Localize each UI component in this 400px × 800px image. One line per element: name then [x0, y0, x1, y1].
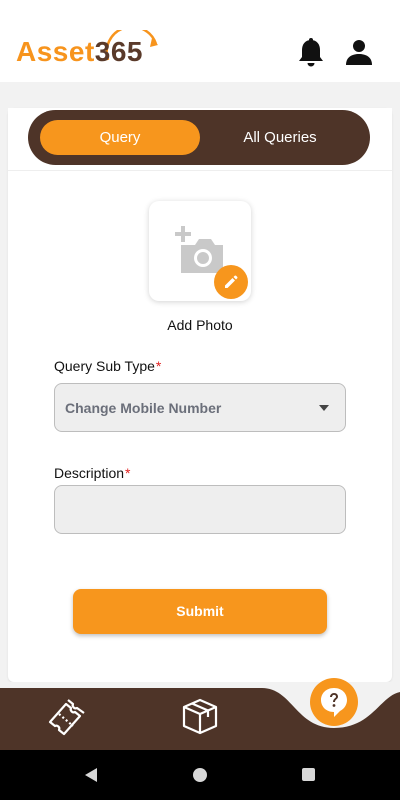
submit-button[interactable]: Submit: [73, 589, 327, 634]
edit-photo-badge[interactable]: [214, 265, 248, 299]
back-icon[interactable]: [84, 767, 98, 783]
query-sub-type-label-text: Query Sub Type: [54, 358, 155, 374]
tab-all-queries[interactable]: All Queries: [205, 120, 355, 155]
box-icon[interactable]: [180, 697, 220, 735]
logo-number-text: 365: [94, 36, 143, 67]
required-marker: *: [125, 465, 131, 481]
query-sub-type-select[interactable]: Change Mobile Number: [54, 383, 346, 432]
help-button[interactable]: [310, 678, 358, 726]
pencil-icon: [225, 275, 238, 288]
tickets-icon[interactable]: [46, 696, 88, 736]
required-marker: *: [155, 358, 162, 374]
description-label-text: Description: [54, 465, 125, 481]
home-icon[interactable]: [193, 768, 207, 782]
logo-asset-text: Asset: [16, 36, 95, 67]
add-photo-label: Add Photo: [167, 317, 233, 333]
divider: [8, 170, 392, 171]
logo-text: Asset365: [16, 36, 143, 68]
query-sub-type-value: Change Mobile Number: [65, 400, 222, 416]
app-logo: Asset365: [16, 30, 176, 80]
recent-apps-icon[interactable]: [302, 768, 315, 781]
user-icon[interactable]: [345, 38, 373, 66]
tab-query[interactable]: Query: [40, 120, 200, 155]
description-label: Description*: [54, 465, 130, 481]
help-icon: [321, 688, 347, 717]
caret-down-icon: [319, 405, 329, 411]
app-header: Asset365: [0, 0, 400, 82]
bell-icon[interactable]: [298, 38, 324, 68]
query-sub-type-label: Query Sub Type*: [54, 358, 161, 374]
description-field[interactable]: [54, 485, 346, 534]
